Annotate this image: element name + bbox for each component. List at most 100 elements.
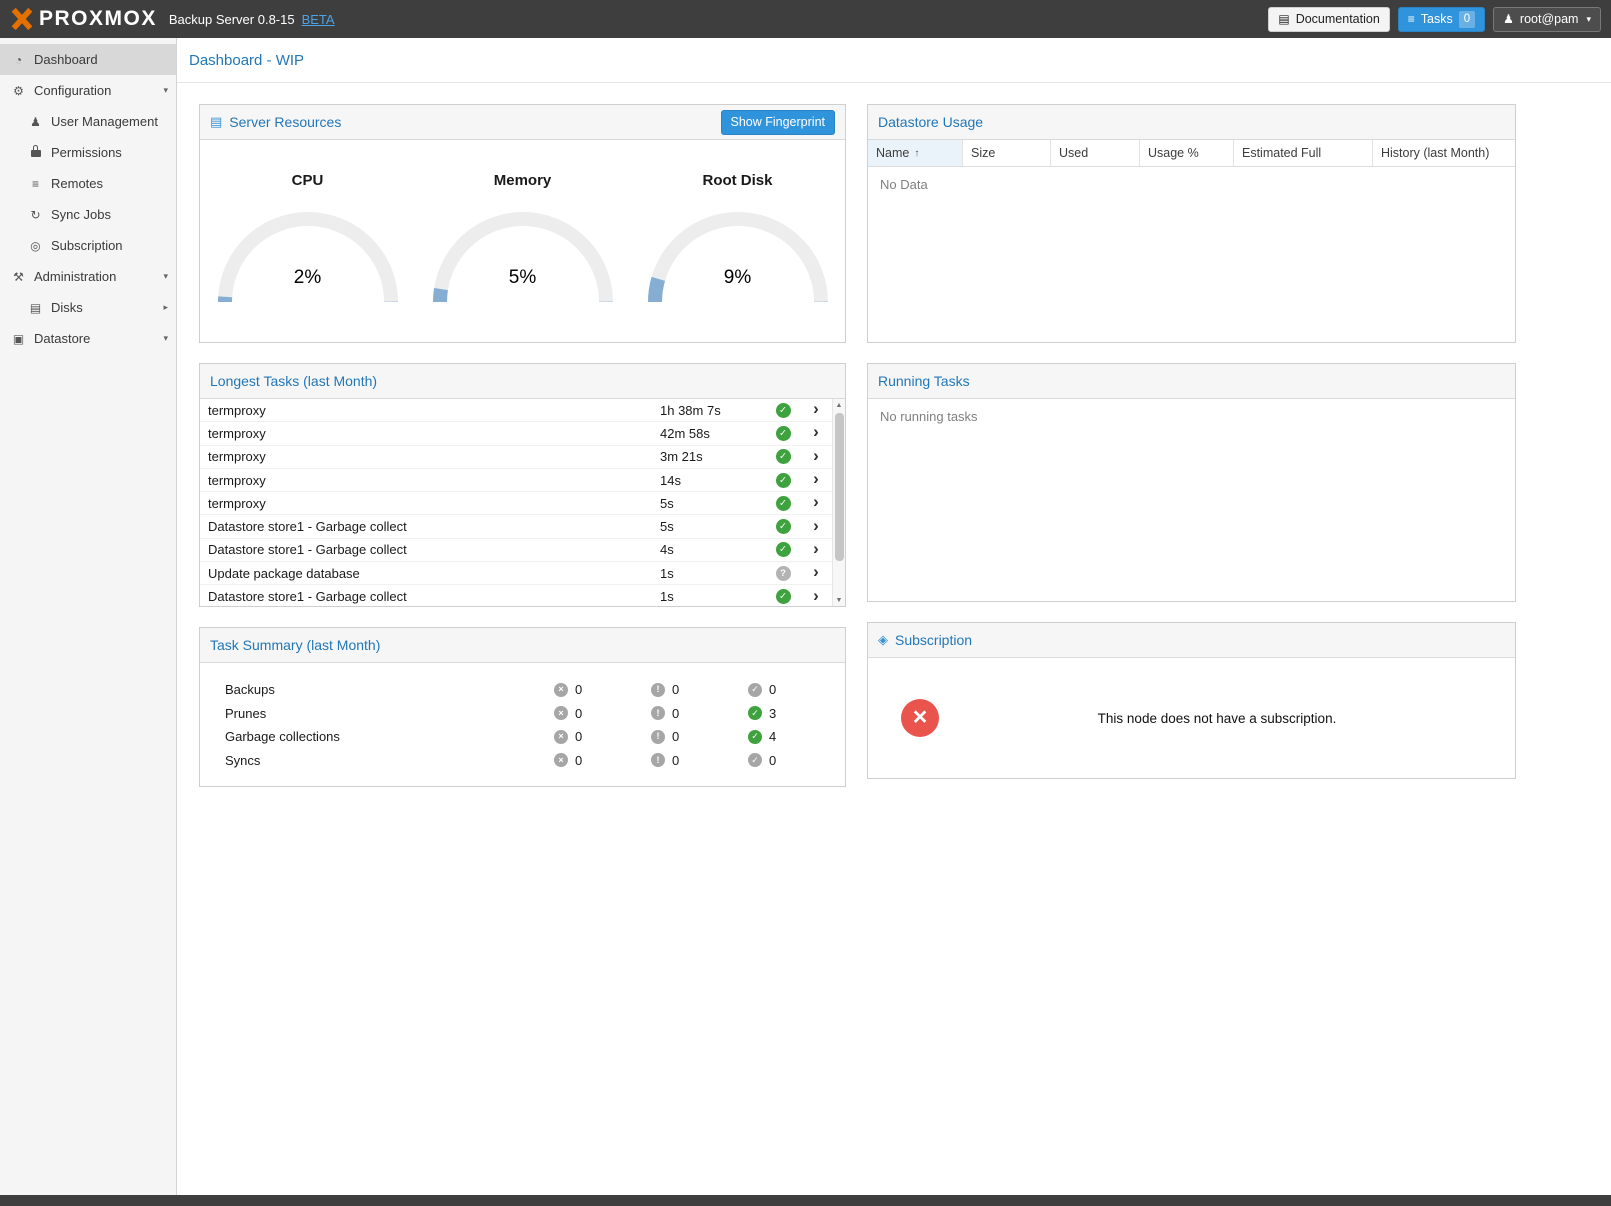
column-label: Estimated Full <box>1242 146 1321 160</box>
subscription-panel: ◈ Subscription × This node does not have… <box>867 622 1516 779</box>
content-row: ◔ Dashboard ⚙ Configuration ▾ ♟ User Man… <box>0 38 1611 1195</box>
sidebar-item-remotes[interactable]: ≡ Remotes <box>0 168 176 199</box>
ok-count: 3 <box>769 706 776 721</box>
chevron-down-icon[interactable]: ▾ <box>163 85 168 96</box>
chevron-right-icon[interactable]: › <box>801 540 831 560</box>
app: PROXMOX Backup Server 0.8-15 BETA ▤ Docu… <box>0 0 1611 1206</box>
column-header-estimated-full[interactable]: Estimated Full <box>1234 140 1373 166</box>
summary-ok-cell: ✓ 0 <box>748 753 845 768</box>
summary-row-garbage-collections[interactable]: Garbage collections × 0 ! 0 <box>200 725 845 749</box>
error-icon: × <box>554 683 568 697</box>
longest-tasks-header: Longest Tasks (last Month) <box>200 364 845 399</box>
vertical-scrollbar[interactable]: ▲ ▼ <box>832 399 845 606</box>
column-header-used[interactable]: Used <box>1051 140 1140 166</box>
column-label: Used <box>1059 146 1088 160</box>
summary-errors-cell: × 0 <box>554 729 651 744</box>
chevron-right-icon[interactable]: › <box>801 470 831 490</box>
task-row[interactable]: termproxy 5s ✓ › <box>200 492 845 515</box>
scroll-up-icon[interactable]: ▲ <box>833 399 845 411</box>
task-row[interactable]: termproxy 1h 38m 7s ✓ › <box>200 399 845 422</box>
sidebar-item-datastore[interactable]: ▣ Datastore ▾ <box>0 323 176 354</box>
warnings-count: 0 <box>672 682 679 697</box>
column-header-name[interactable]: Name ↑ <box>868 140 963 166</box>
summary-row-backups[interactable]: Backups × 0 ! 0 ✓ <box>200 678 845 702</box>
sidebar-item-subscription[interactable]: ◎ Subscription <box>0 230 176 261</box>
caret-down-icon: ▾ <box>1586 14 1591 25</box>
sidebar-item-disks[interactable]: ▤ Disks ▸ <box>0 292 176 323</box>
user-icon: ♟ <box>1503 13 1514 25</box>
errors-count: 0 <box>575 729 582 744</box>
sidebar-item-label: Disks <box>51 300 83 315</box>
show-fingerprint-button[interactable]: Show Fingerprint <box>721 110 836 135</box>
task-row[interactable]: Datastore store1 - Garbage collect 4s ✓ … <box>200 539 845 562</box>
task-row[interactable]: termproxy 42m 58s ✓ › <box>200 422 845 445</box>
sidebar-item-permissions[interactable]: Permissions <box>0 137 176 168</box>
chevron-right-icon[interactable]: › <box>801 563 831 583</box>
summary-row-prunes[interactable]: Prunes × 0 ! 0 ✓ <box>200 702 845 726</box>
task-name: termproxy <box>200 403 660 418</box>
no-data-text: No Data <box>868 167 1515 202</box>
ok-count: 4 <box>769 729 776 744</box>
column-label: Usage % <box>1148 146 1199 160</box>
chevron-right-icon[interactable]: ▸ <box>163 302 168 313</box>
gauge-value: 9% <box>638 267 838 289</box>
column-header-usage-percent[interactable]: Usage % <box>1140 140 1234 166</box>
chevron-right-icon[interactable]: › <box>801 493 831 513</box>
task-name: termproxy <box>200 449 660 464</box>
scroll-down-icon[interactable]: ▼ <box>833 594 845 606</box>
chevron-right-icon[interactable]: › <box>801 400 831 420</box>
chevron-right-icon[interactable]: › <box>801 517 831 537</box>
beta-link[interactable]: BETA <box>302 12 335 27</box>
datastore-grid-header: Name ↑ Size Used Usage % <box>868 140 1515 167</box>
warning-icon: ! <box>651 706 665 720</box>
column-label: Name <box>876 146 909 160</box>
gauge-label: Memory <box>423 172 623 189</box>
running-tasks-body: No running tasks <box>868 399 1515 601</box>
column-header-history[interactable]: History (last Month) <box>1373 140 1515 166</box>
scrollbar-thumb[interactable] <box>835 413 844 561</box>
chevron-down-icon[interactable]: ▾ <box>163 271 168 282</box>
task-summary-panel: Task Summary (last Month) Backups × 0 <box>199 627 846 787</box>
datastore-icon: ▣ <box>10 332 27 346</box>
task-name: termproxy <box>200 473 660 488</box>
sidebar-item-label: Administration <box>34 269 116 284</box>
summary-errors-cell: × 0 <box>554 682 651 697</box>
sidebar-item-administration[interactable]: ⚒ Administration ▾ <box>0 261 176 292</box>
unlock-icon <box>27 146 44 160</box>
user-label: root@pam <box>1520 12 1579 26</box>
sidebar-item-sync-jobs[interactable]: ↻ Sync Jobs <box>0 199 176 230</box>
documentation-button[interactable]: ▤ Documentation <box>1268 7 1389 32</box>
task-row[interactable]: termproxy 14s ✓ › <box>200 469 845 492</box>
chevron-right-icon[interactable]: › <box>801 423 831 443</box>
task-row[interactable]: termproxy 3m 21s ✓ › <box>200 446 845 469</box>
chevron-right-icon[interactable]: › <box>801 447 831 467</box>
panel-title: Server Resources <box>229 114 341 130</box>
tasks-button[interactable]: ≡ Tasks 0 <box>1398 7 1485 32</box>
user-menu-button[interactable]: ♟ root@pam ▾ <box>1493 7 1601 32</box>
summary-row-syncs[interactable]: Syncs × 0 ! 0 ✓ <box>200 749 845 773</box>
running-tasks-header: Running Tasks <box>868 364 1515 399</box>
gauge-label: Root Disk <box>638 172 838 189</box>
sidebar-item-dashboard[interactable]: ◔ Dashboard <box>0 44 176 75</box>
task-row[interactable]: Datastore store1 - Garbage collect 1s ✓ … <box>200 585 845 606</box>
task-name: Datastore store1 - Garbage collect <box>200 542 660 557</box>
server-resources-header: ▤ Server Resources Show Fingerprint <box>200 105 845 140</box>
gauges: CPU 2% Memory <box>200 140 845 342</box>
status-unknown-icon: ? <box>776 566 791 581</box>
column-label: Size <box>971 146 995 160</box>
sidebar-item-configuration[interactable]: ⚙ Configuration ▾ <box>0 75 176 106</box>
task-name: termproxy <box>200 426 660 441</box>
disks-icon: ▤ <box>27 301 44 315</box>
column-header-size[interactable]: Size <box>963 140 1051 166</box>
sidebar-item-label: Remotes <box>51 176 103 191</box>
panel-title: Task Summary (last Month) <box>210 637 380 653</box>
sidebar-item-user-management[interactable]: ♟ User Management <box>0 106 176 137</box>
status-ok-icon: ✓ <box>776 519 791 534</box>
page-title: Dashboard - WIP <box>189 52 304 69</box>
chevron-down-icon[interactable]: ▾ <box>163 333 168 344</box>
status-ok-icon: ✓ <box>776 449 791 464</box>
chevron-right-icon[interactable]: › <box>801 587 831 606</box>
subscription-icon: ◈ <box>878 632 888 648</box>
task-row[interactable]: Datastore store1 - Garbage collect 5s ✓ … <box>200 515 845 538</box>
task-row[interactable]: Update package database 1s ? › <box>200 562 845 585</box>
